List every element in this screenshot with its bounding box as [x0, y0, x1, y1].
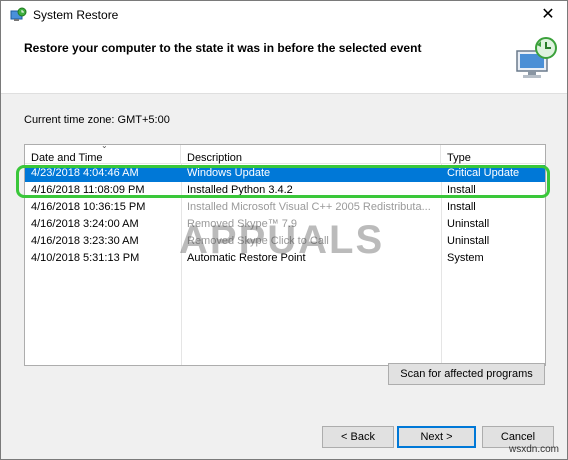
- restore-point-row[interactable]: 4/16/2018 10:36:15 PM Installed Microsof…: [25, 199, 545, 216]
- row-date: 4/10/2018 5:31:13 PM: [31, 252, 140, 264]
- sort-arrow-icon: ⌄: [101, 144, 108, 150]
- close-button[interactable]: ✕: [535, 3, 561, 27]
- row-type: Install: [447, 201, 476, 213]
- row-date: 4/16/2018 3:24:00 AM: [31, 218, 139, 230]
- next-button[interactable]: Next >: [397, 426, 476, 448]
- list-body: 4/23/2018 4:04:46 AM Windows Update Crit…: [25, 164, 545, 364]
- back-button[interactable]: < Back: [322, 426, 394, 448]
- row-type: Uninstall: [447, 235, 490, 247]
- row-date: 4/23/2018 4:04:46 AM: [31, 167, 139, 179]
- header-banner: Restore your computer to the state it wa…: [1, 31, 567, 93]
- system-restore-icon: [10, 7, 27, 21]
- row-description: Installed Python 3.4.2: [187, 184, 293, 196]
- site-watermark: wsxdn.com: [508, 444, 559, 455]
- row-date: 4/16/2018 10:36:15 PM: [31, 201, 146, 213]
- restore-point-row[interactable]: 4/16/2018 11:08:09 PM Installed Python 3…: [25, 182, 545, 199]
- column-header-date[interactable]: ⌄ Date and Time: [25, 144, 181, 164]
- row-description: Installed Microsoft Visual C++ 2005 Redi…: [187, 201, 431, 213]
- system-restore-art-icon: [516, 37, 557, 78]
- footer: < Back Next > Cancel: [1, 416, 567, 459]
- restore-point-row[interactable]: 4/10/2018 5:31:13 PM Automatic Restore P…: [25, 250, 545, 267]
- restore-point-row[interactable]: 4/16/2018 3:24:00 AM Removed Skype™ 7.9 …: [25, 216, 545, 233]
- restore-point-row[interactable]: 4/23/2018 4:04:46 AM Windows Update Crit…: [25, 165, 545, 182]
- column-header-description-label: Description: [187, 152, 243, 164]
- row-date: 4/16/2018 11:08:09 PM: [31, 184, 145, 196]
- system-restore-window: System Restore ✕ Restore your computer t…: [0, 0, 568, 460]
- list-header: ⌄ Date and Time Description Type: [25, 145, 545, 164]
- row-description: Removed Skype™ 7.9: [187, 218, 298, 230]
- row-type: Install: [447, 184, 476, 196]
- row-type: Uninstall: [447, 218, 490, 230]
- content-area: Current time zone: GMT+5:00 ⌄ Date and T…: [1, 94, 567, 416]
- restore-points-list[interactable]: ⌄ Date and Time Description Type 4/23/20…: [24, 144, 546, 366]
- scan-affected-programs-button[interactable]: Scan for affected programs: [388, 363, 545, 385]
- header-title: Restore your computer to the state it wa…: [24, 41, 422, 55]
- column-header-description[interactable]: Description: [181, 145, 441, 164]
- row-type: Critical Update: [447, 167, 520, 179]
- column-header-date-label: Date and Time: [31, 152, 103, 164]
- restore-point-row[interactable]: 4/16/2018 3:23:30 AM Removed Skype Click…: [25, 233, 545, 250]
- timezone-label: Current time zone: GMT+5:00: [24, 114, 170, 126]
- column-header-type[interactable]: Type: [441, 145, 545, 164]
- row-type: System: [447, 252, 484, 264]
- title-bar: System Restore ✕: [1, 1, 567, 31]
- row-description: Automatic Restore Point: [187, 252, 306, 264]
- row-date: 4/16/2018 3:23:30 AM: [31, 235, 139, 247]
- row-description: Removed Skype Click to Call: [187, 235, 329, 247]
- column-header-type-label: Type: [447, 152, 471, 164]
- row-description: Windows Update: [187, 167, 271, 179]
- window-title: System Restore: [33, 8, 119, 22]
